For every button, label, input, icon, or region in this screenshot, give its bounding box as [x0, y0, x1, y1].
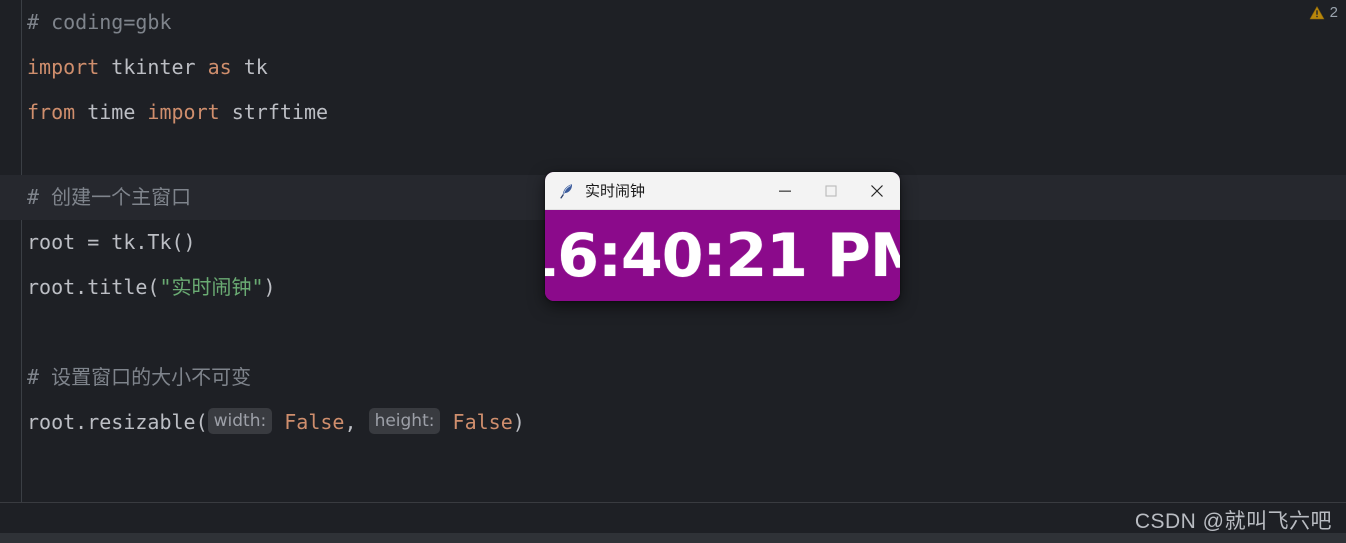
code-token: as	[207, 55, 232, 79]
inspection-count: 2	[1329, 4, 1338, 21]
code-line-text: root = tk.Tk()	[0, 220, 196, 265]
clock-display: 16:40:21 PM	[545, 220, 900, 291]
minimize-icon	[779, 190, 791, 192]
line-import-tkinter[interactable]: import tkinter as tk	[0, 45, 1346, 90]
code-token: root.title(	[27, 275, 160, 299]
minimize-button[interactable]	[762, 172, 808, 210]
close-button[interactable]	[854, 172, 900, 210]
tkinter-clock-window[interactable]: 实时闹钟 16:40:21 PM	[545, 172, 900, 301]
maximize-icon	[825, 184, 837, 197]
line-root-resizable[interactable]: root.resizable(width: False, height: Fal…	[0, 400, 1346, 445]
code-line-text: # 设置窗口的大小不可变	[0, 355, 251, 400]
code-token: from	[27, 100, 76, 124]
code-token: root.resizable(	[27, 410, 208, 434]
code-token: )	[512, 410, 525, 434]
code-line-text: # coding=gbk	[0, 0, 172, 45]
code-token: "实时闹钟"	[159, 275, 264, 299]
tk-window-title: 实时闹钟	[585, 182, 646, 200]
tk-clock-body: 16:40:21 PM	[545, 210, 900, 301]
code-token: )	[263, 275, 276, 299]
code-token: # 设置窗口的大小不可变	[27, 365, 252, 389]
code-token: tkinter	[99, 55, 208, 79]
code-token: # coding=gbk	[27, 10, 172, 34]
code-token: False	[272, 410, 345, 434]
code-token: ,	[344, 410, 369, 434]
code-line-text: root.title("实时闹钟")	[0, 265, 276, 310]
code-token: time	[75, 100, 148, 124]
tk-window-controls[interactable]	[762, 172, 900, 210]
inspection-widget[interactable]: 2	[1309, 4, 1338, 21]
code-line-text: # 创建一个主窗口	[0, 175, 191, 220]
code-token: root = tk.Tk()	[27, 230, 196, 254]
code-token: import	[27, 55, 100, 79]
code-line-text: import tkinter as tk	[0, 45, 268, 90]
warning-triangle-icon	[1309, 5, 1324, 19]
csdn-watermark: CSDN @就叫飞六吧	[1134, 510, 1332, 533]
code-token: tk	[231, 55, 268, 79]
code-line-text: from time import strftime	[0, 90, 328, 135]
parameter-hint: height:	[368, 408, 441, 434]
code-token: strftime	[219, 100, 329, 124]
code-token: False	[440, 410, 513, 434]
maximize-button[interactable]	[808, 172, 854, 210]
line-from-time[interactable]: from time import strftime	[0, 90, 1346, 135]
code-line-text: root.resizable(width: False, height: Fal…	[0, 400, 525, 445]
code-token: import	[147, 100, 220, 124]
close-icon	[871, 184, 883, 197]
tk-titlebar[interactable]: 实时闹钟	[545, 172, 900, 210]
ide-screen: # coding=gbk import tkinter as tk from tim…	[0, 0, 1346, 543]
tkinter-feather-icon	[560, 183, 573, 199]
code-token: # 创建一个主窗口	[27, 185, 192, 209]
line-comment-resizable[interactable]: # 设置窗口的大小不可变	[0, 355, 1346, 400]
line-coding-comment[interactable]: # coding=gbk	[0, 0, 1346, 45]
line-blank-2[interactable]	[0, 310, 1346, 355]
parameter-hint: width:	[207, 408, 273, 434]
